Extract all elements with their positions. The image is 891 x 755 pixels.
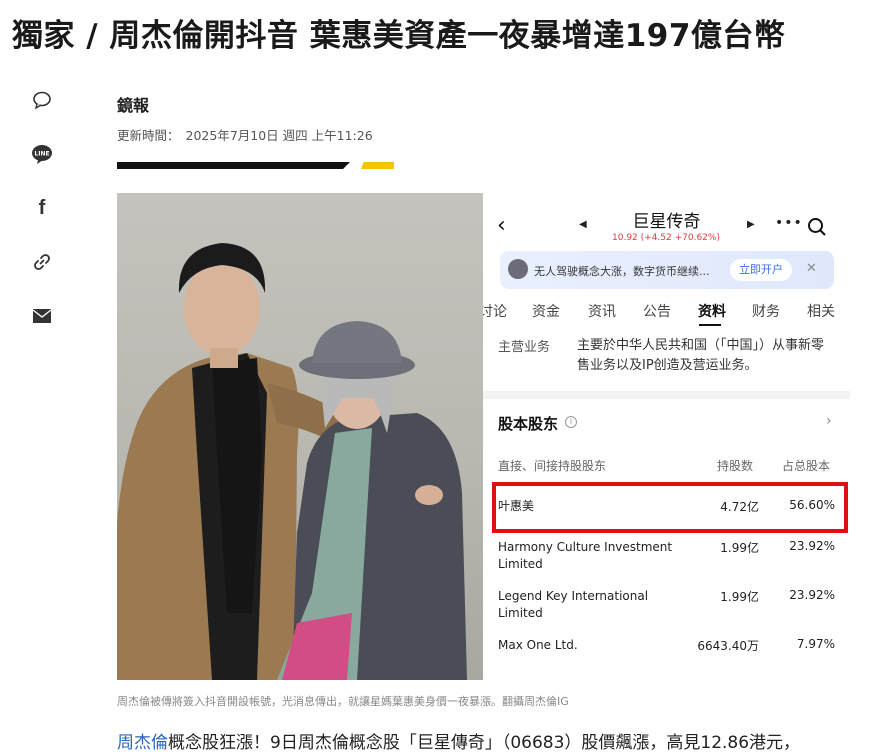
banner-text: 无人驾驶概念大涨，数字货币继续... xyxy=(534,265,710,278)
shareholder-pct: 7.97% xyxy=(796,637,835,651)
column-holder: 直接、间接持股股东 xyxy=(498,459,607,473)
shareholders-title: 股本股东 xyxy=(498,415,559,433)
facebook-icon-glyph: f xyxy=(38,196,46,219)
column-shares: 持股数 xyxy=(717,459,754,473)
active-tab-underline xyxy=(699,324,721,326)
tab-financials[interactable]: 财务 xyxy=(752,301,780,321)
tab-related[interactable]: 相关 xyxy=(807,301,835,321)
shareholder-shares: 1.99亿 xyxy=(720,590,759,604)
shareholder-name: Max One Ltd. xyxy=(498,638,578,652)
shareholder-pct: 23.92% xyxy=(789,588,835,602)
article-headline: 獨家 / 周杰倫開抖音 葉惠美資產一夜暴增達197億台幣 xyxy=(12,18,786,54)
tab-discussion[interactable]: 讨论 xyxy=(483,301,507,321)
link-icon[interactable] xyxy=(30,250,54,274)
chevron-right-icon[interactable]: › xyxy=(826,413,832,429)
shareholder-shares: 1.99亿 xyxy=(720,541,759,555)
tab-news[interactable]: 资讯 xyxy=(588,301,616,321)
article-paragraph: 周杰倫概念股狂漲！9日周杰倫概念股「巨星傳奇」（06683）股價飆漲，高見12.… xyxy=(117,728,800,753)
close-icon[interactable]: ✕ xyxy=(806,261,817,276)
source-name[interactable]: 鏡報 xyxy=(117,92,379,116)
line-icon[interactable]: LINE xyxy=(30,142,54,166)
facebook-icon[interactable]: f xyxy=(30,196,54,220)
line-icon-label: LINE xyxy=(34,151,49,158)
shareholder-name: Legend Key International Limited xyxy=(498,589,649,620)
updated-time: 更新時間： 2025年7月10日 週四 上午11:26 xyxy=(117,125,379,144)
tab-profile[interactable]: 资料 xyxy=(698,301,726,321)
section-divider xyxy=(483,391,850,399)
search-icon[interactable] xyxy=(807,217,827,241)
more-icon[interactable]: ••• xyxy=(775,215,803,231)
tab-funds[interactable]: 资金 xyxy=(532,301,560,321)
open-account-button[interactable]: 立即开户 xyxy=(730,259,792,281)
app-header: ‹ ◀ 巨星传奇 10.92 (+4.52 +70.62%) ▶ ••• xyxy=(483,193,850,249)
byline: 鏡報 更新時間： 2025年7月10日 週四 上午11:26 xyxy=(117,92,379,144)
mail-icon[interactable] xyxy=(30,304,54,328)
paragraph-text: 概念股狂漲！9日周杰倫概念股「巨星傳奇」（06683）股價飆漲，高見12.86港… xyxy=(168,733,801,753)
info-icon[interactable]: i xyxy=(565,416,577,428)
shareholder-shares: 6643.40万 xyxy=(697,639,759,653)
updated-value: 2025年7月10日 週四 上午11:26 xyxy=(185,128,373,143)
next-triangle-icon[interactable]: ▶ xyxy=(747,219,755,230)
business-text: 主要於中华人民共和国（「中国」）从事新零售业务以及IP创造及营运业务。 xyxy=(577,338,825,373)
shareholder-pct: 23.92% xyxy=(789,539,835,553)
highlight-box xyxy=(492,482,848,533)
stock-app-screenshot: ‹ ◀ 巨星传奇 10.92 (+4.52 +70.62%) ▶ ••• 无人驾… xyxy=(483,193,850,680)
divider-yellow xyxy=(361,162,394,169)
app-tabs: 讨论 资金 资讯 公告 资料 财务 相关 xyxy=(483,301,850,327)
avatar xyxy=(508,259,528,279)
comment-icon[interactable] xyxy=(30,88,54,112)
article-figure[interactable]: ‹ ◀ 巨星传奇 10.92 (+4.52 +70.62%) ▶ ••• 无人驾… xyxy=(117,193,850,680)
tab-announcements[interactable]: 公告 xyxy=(643,301,671,321)
stock-quote: 10.92 (+4.52 +70.62%) xyxy=(612,233,720,243)
business-label: 主营业务 xyxy=(498,340,551,355)
column-pct: 占总股本 xyxy=(782,459,831,473)
shareholder-name: Harmony Culture Investment Limited xyxy=(498,540,673,571)
photo-jay-chou-and-mother xyxy=(117,193,483,680)
divider-black xyxy=(117,162,350,169)
updated-label: 更新時間： xyxy=(117,128,180,143)
image-caption: 周杰倫被傳將簽入抖音開設帳號，光消息傳出，就讓星媽葉惠美身價一夜暴漲。翻攝周杰倫… xyxy=(117,695,569,708)
promo-banner[interactable]: 无人驾驶概念大涨，数字货币继续... 立即开户 ✕ xyxy=(500,251,834,289)
share-sidebar: LINE f xyxy=(30,88,54,358)
person-link[interactable]: 周杰倫 xyxy=(117,733,168,753)
